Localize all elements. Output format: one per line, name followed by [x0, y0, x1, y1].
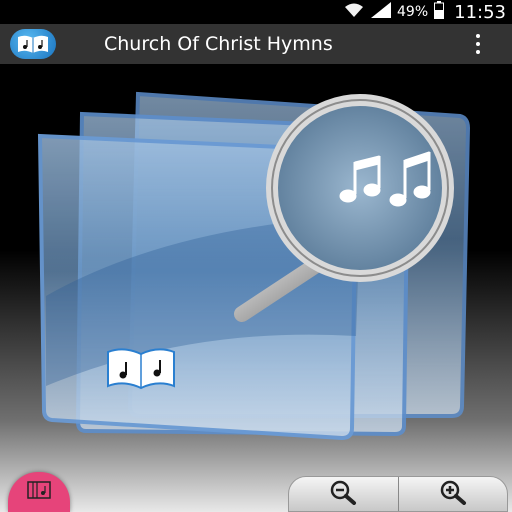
- signal-icon: [371, 2, 391, 22]
- music-library-icon: [27, 480, 51, 504]
- status-bar: 49% 11:53: [0, 0, 512, 24]
- wifi-icon: [343, 2, 365, 22]
- hymn-search-illustration: [30, 86, 500, 446]
- overflow-menu-icon[interactable]: [474, 34, 482, 54]
- zoom-controls: [288, 476, 508, 512]
- zoom-out-button[interactable]: [289, 477, 398, 511]
- zoom-in-icon: [438, 479, 468, 509]
- zoom-in-button[interactable]: [399, 477, 508, 511]
- status-clock: 11:53: [454, 1, 506, 23]
- hymn-book-logo-icon[interactable]: [10, 29, 56, 59]
- zoom-out-icon: [328, 479, 358, 509]
- music-library-button[interactable]: [8, 472, 70, 512]
- battery-percent: 49%: [397, 4, 429, 20]
- hymn-book-icon: [107, 348, 175, 390]
- app-bar: Church Of Christ Hymns: [0, 24, 512, 64]
- battery-icon: [434, 1, 445, 23]
- app-title: Church Of Christ Hymns: [104, 33, 333, 55]
